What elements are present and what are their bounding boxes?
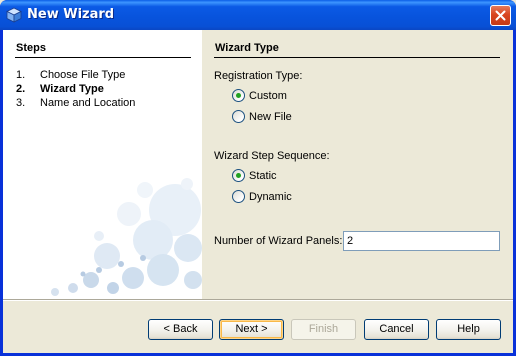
steps-title: Steps (16, 42, 46, 54)
step-number: 1. (16, 69, 26, 81)
step-number: 3. (16, 97, 26, 109)
finish-button: Finish (291, 319, 356, 340)
radio-checked-icon[interactable] (232, 89, 245, 102)
radio-label[interactable]: Custom (249, 88, 287, 104)
radio-label[interactable]: Dynamic (249, 189, 292, 205)
cancel-button[interactable]: Cancel (364, 319, 429, 340)
registration-type-label: Registration Type: (214, 70, 303, 82)
step-label: Wizard Type (40, 83, 104, 95)
radio-unchecked-icon[interactable] (232, 190, 245, 203)
wizard-panels-label: Number of Wizard Panels: (214, 235, 343, 247)
radio-label[interactable]: New File (249, 109, 292, 125)
help-button[interactable]: Help (436, 319, 501, 340)
button-bar-separator (3, 299, 513, 301)
wizard-window: New Wizard Steps 1. Choose File Type 2. Wi… (0, 0, 516, 356)
close-icon (495, 10, 506, 21)
content-title: Wizard Type (215, 42, 279, 54)
wizard-panels-input[interactable]: 2 (343, 231, 500, 251)
radio-label[interactable]: Static (249, 168, 277, 184)
step-item: 3. Name and Location (16, 96, 135, 110)
radio-unchecked-icon[interactable] (232, 110, 245, 123)
steps-divider (15, 57, 191, 58)
next-button[interactable]: Next > (219, 319, 284, 340)
radio-checked-icon[interactable] (232, 169, 245, 182)
step-number: 2. (16, 83, 26, 95)
step-item-current: 2. Wizard Type (16, 82, 104, 96)
wizard-step-sequence-label: Wizard Step Sequence: (214, 150, 330, 162)
steps-panel: Steps 1. Choose File Type 2. Wizard Type 3… (3, 30, 202, 299)
window-title: New Wizard (27, 7, 115, 22)
back-button[interactable]: < Back (148, 319, 213, 340)
step-item: 1. Choose File Type (16, 68, 125, 82)
step-label: Choose File Type (40, 69, 126, 81)
cube-icon (6, 7, 22, 23)
title-bar[interactable]: New Wizard (0, 0, 516, 30)
decorative-bubbles (51, 178, 202, 296)
step-label: Name and Location (40, 97, 136, 109)
content-panel: Wizard Type Registration Type: Custom Ne… (202, 30, 513, 299)
content-divider (214, 57, 500, 58)
close-button[interactable] (490, 5, 511, 26)
